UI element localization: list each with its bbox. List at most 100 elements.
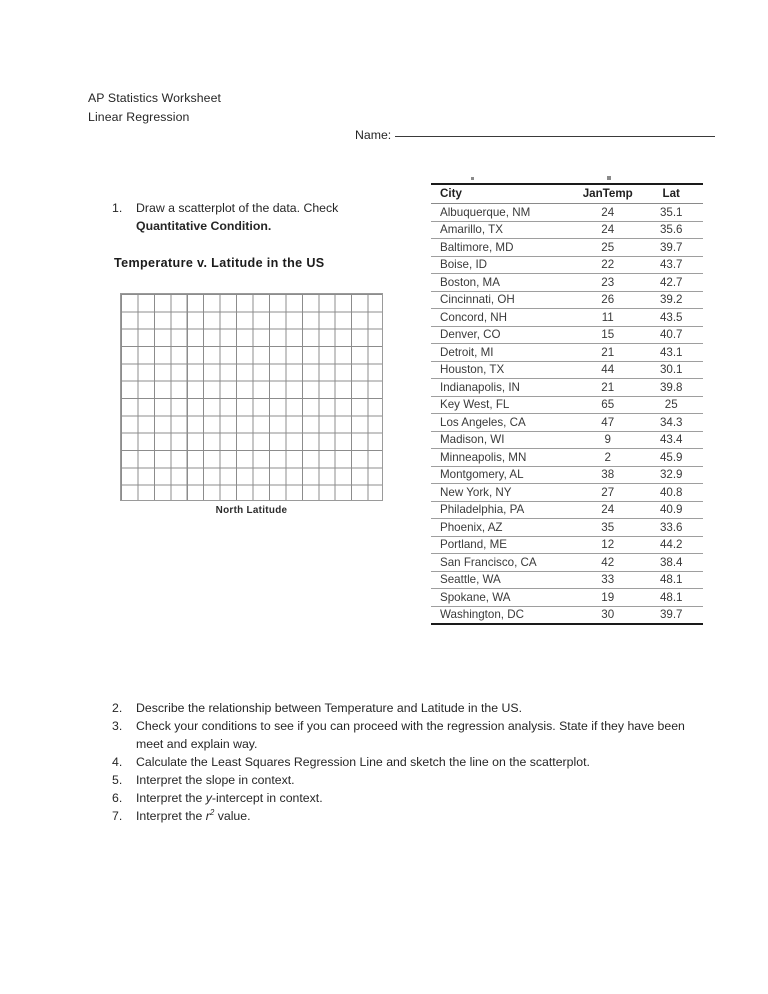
table-cell-city: Boston, MA [431, 273, 572, 292]
table-row: Madison, WI 9 43.4 [431, 431, 703, 449]
table-cell-city: San Francisco, CA [431, 553, 572, 572]
question-list: 2. Describe the relationship between Temp… [112, 700, 692, 825]
table-cell-temp: 19 [572, 588, 644, 607]
table-cell-lat: 43.7 [643, 256, 703, 274]
table-cell-lat: 40.9 [643, 501, 703, 519]
question-2-text: Describe the relationship between Temper… [136, 701, 522, 715]
question-1-number: 1. [112, 201, 123, 215]
question-3-row: 3. Check your conditions to see if you ca… [112, 718, 692, 753]
table-cell-temp: 42 [572, 553, 644, 572]
column-header-jantemp: JanTemp [572, 184, 644, 204]
table-cell-temp: 35 [572, 518, 644, 537]
question-2-row: 2. Describe the relationship between Temp… [112, 700, 692, 718]
table-cell-temp: 2 [572, 448, 644, 467]
table-cell-temp: 12 [572, 536, 644, 554]
question-1-text-bold: Quantitative Condition. [136, 218, 272, 233]
table-cell-lat: 48.1 [643, 588, 703, 607]
name-blank-line[interactable] [395, 135, 716, 137]
table-cell-city: Spokane, WA [431, 588, 572, 607]
question-1-row: 1. Draw a scatterplot of the data. Check… [112, 200, 402, 235]
scan-artifact-right [607, 176, 611, 180]
table-cell-city: Madison, WI [431, 431, 572, 449]
scatterplot-area: Average January Temperature(Fahrenheit) … [100, 293, 390, 523]
table-cell-lat: 48.1 [643, 571, 703, 589]
question-text-before: Interpret the [136, 790, 206, 805]
table-row: Amarillo, TX 24 35.6 [431, 221, 703, 239]
question-5-text: Interpret the slope in context. [136, 772, 295, 787]
question-5-number: 5. [112, 772, 123, 787]
table-row: Baltimore, MD 25 39.7 [431, 238, 703, 257]
table-cell-city: Cincinnati, OH [431, 291, 572, 309]
table-cell-city: Detroit, MI [431, 343, 572, 362]
question-7-number: 7. [112, 808, 123, 823]
table-cell-lat: 45.9 [643, 448, 703, 467]
table-cell-city: Montgomery, AL [431, 466, 572, 484]
chart-title: Temperature v. Latitude in the US [114, 256, 325, 270]
table-cell-temp: 9 [572, 431, 644, 449]
question-3-number: 3. [112, 719, 123, 733]
table-cell-temp: 15 [572, 326, 644, 344]
table-cell-lat: 32.9 [643, 466, 703, 484]
question-6-number: 6. [112, 790, 123, 805]
table-cell-city: New York, NY [431, 483, 572, 502]
question-2-number: 2. [112, 701, 123, 715]
scatterplot-grid[interactable] [120, 293, 383, 501]
table-cell-city: Washington, DC [431, 606, 572, 625]
table-cell-city: Seattle, WA [431, 571, 572, 589]
table-row: Denver, CO 15 40.7 [431, 326, 703, 344]
table-cell-city: Phoenix, AZ [431, 518, 572, 537]
table-row: Concord, NH 11 43.5 [431, 308, 703, 327]
x-axis-label: North Latitude [215, 505, 288, 516]
table-cell-city: Albuquerque, NM [431, 203, 572, 222]
table-cell-lat: 39.8 [643, 378, 703, 397]
question-1-text-plain: Draw a scatterplot of the data. Check [136, 201, 339, 215]
table-cell-lat: 25 [643, 396, 703, 414]
table-cell-lat: 35.1 [643, 203, 703, 222]
worksheet-subtitle: Linear Regression [88, 110, 190, 124]
table-cell-temp: 11 [572, 308, 644, 327]
table-cell-temp: 38 [572, 466, 644, 484]
table-row: Philadelphia, PA 24 40.9 [431, 501, 703, 519]
table-cell-temp: 21 [572, 343, 644, 362]
table-row: Seattle, WA 33 48.1 [431, 571, 703, 589]
table-cell-city: Houston, TX [431, 361, 572, 379]
table-cell-temp: 26 [572, 291, 644, 309]
table-row: Albuquerque, NM 24 35.1 [431, 203, 703, 222]
table-row: Washington, DC 30 39.7 [431, 606, 703, 625]
question-6-text: Interpret the y-intercept in context. [136, 790, 692, 808]
table-cell-temp: 65 [572, 396, 644, 414]
table-row: Montgomery, AL 38 32.9 [431, 466, 703, 484]
table-row: Los Angeles, CA 47 34.3 [431, 413, 703, 432]
table-cell-temp: 24 [572, 203, 644, 222]
table-cell-temp: 23 [572, 273, 644, 292]
table-cell-city: Key West, FL [431, 396, 572, 414]
question-7-row: 7. Interpret the r2 value. [112, 808, 692, 826]
table-cell-city: Portland, ME [431, 536, 572, 554]
table-cell-lat: 39.7 [643, 238, 703, 257]
table-row: Cincinnati, OH 26 39.2 [431, 291, 703, 309]
table-cell-lat: 43.1 [643, 343, 703, 362]
question-text-after: -intercept in context. [211, 790, 323, 805]
question-1-text: Draw a scatterplot of the data. Check Qu… [136, 200, 402, 235]
table-cell-city: Philadelphia, PA [431, 501, 572, 519]
table-cell-temp: 30 [572, 606, 644, 625]
table-cell-temp: 21 [572, 378, 644, 397]
table-cell-temp: 25 [572, 238, 644, 257]
table-cell-lat: 43.5 [643, 308, 703, 327]
table-cell-temp: 27 [572, 483, 644, 502]
name-label: Name: [355, 128, 392, 142]
table-cell-temp: 24 [572, 221, 644, 239]
table-cell-city: Amarillo, TX [431, 221, 572, 239]
table-cell-city: Baltimore, MD [431, 238, 572, 257]
worksheet-header: AP Statistics Worksheet Linear Regressio… [88, 89, 688, 127]
question-6-row: 6. Interpret the y-intercept in context. [112, 790, 692, 808]
table-row: Portland, ME 12 44.2 [431, 536, 703, 554]
question-4-text: Calculate the Least Squares Regression L… [136, 754, 590, 769]
city-data-table-container: City JanTemp Lat Albuquerque, NM 24 35.1 Am… [431, 176, 703, 625]
city-data-table: City JanTemp Lat Albuquerque, NM 24 35.1 Am… [431, 183, 703, 625]
question-1: 1. Draw a scatterplot of the data. Check… [112, 200, 402, 235]
table-row: Key West, FL 65 25 [431, 396, 703, 414]
table-cell-city: Concord, NH [431, 308, 572, 327]
table-cell-lat: 42.7 [643, 273, 703, 292]
table-cell-lat: 40.8 [643, 483, 703, 502]
